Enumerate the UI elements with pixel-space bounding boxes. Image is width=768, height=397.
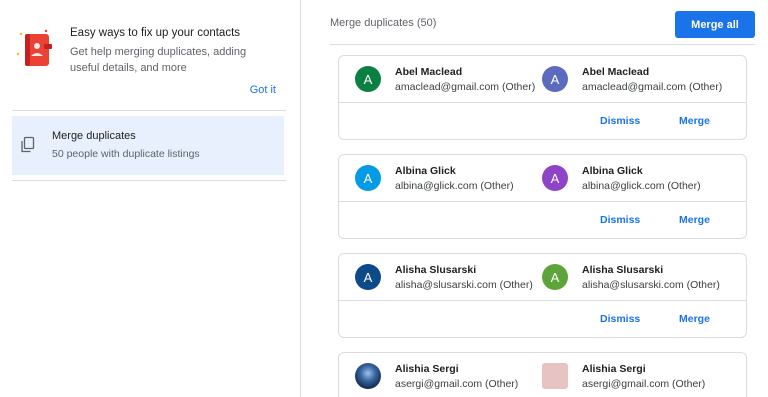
contact-name: Abel Maclead <box>395 66 463 78</box>
avatar: A <box>542 66 568 92</box>
left-panel: Easy ways to fix up your contacts Get he… <box>0 0 300 397</box>
contact-pair: Alishia Sergi asergi@gmail.com (Other) A… <box>339 353 746 397</box>
merge-button[interactable]: Merge <box>679 214 710 226</box>
contact-email: alisha@slusarski.com (Other) <box>582 279 720 291</box>
avatar: A <box>355 165 381 191</box>
card-actions: Dismiss Merge <box>339 300 746 337</box>
contact-pair: A Abel Maclead amaclead@gmail.com (Other… <box>339 56 746 102</box>
divider <box>12 110 286 111</box>
contact-name: Alishia Sergi <box>395 363 459 375</box>
merge-button[interactable]: Merge <box>679 115 710 127</box>
contact-email: albina@glick.com (Other) <box>582 180 701 192</box>
header-divider <box>330 44 755 45</box>
merge-all-button[interactable]: Merge all <box>675 11 755 38</box>
copy-icon <box>20 136 36 154</box>
contact-email: asergi@gmail.com (Other) <box>582 378 706 390</box>
contact-pair: A Albina Glick albina@glick.com (Other) … <box>339 155 746 201</box>
sidebar-item-label: Merge duplicates <box>52 130 136 142</box>
got-it-button[interactable]: Got it <box>250 84 276 96</box>
avatar-photo <box>355 363 381 389</box>
contact-pair: A Alisha Slusarski alisha@slusarski.com … <box>339 254 746 300</box>
contact-email: asergi@gmail.com (Other) <box>395 378 519 390</box>
panel-divider <box>300 0 301 397</box>
duplicate-card: A Alisha Slusarski alisha@slusarski.com … <box>338 253 747 338</box>
contact-email: amaclead@gmail.com (Other) <box>582 81 723 93</box>
duplicate-card: A Abel Maclead amaclead@gmail.com (Other… <box>338 55 747 140</box>
avatar-photo <box>542 363 568 389</box>
contact-name: Albina Glick <box>582 165 643 177</box>
page-title: Merge duplicates (50) <box>330 17 437 29</box>
avatar: A <box>355 66 381 92</box>
card-actions: Dismiss Merge <box>339 201 746 238</box>
sidebar-item-merge-duplicates[interactable]: Merge duplicates 50 people with duplicat… <box>12 116 284 175</box>
duplicate-card: A Albina Glick albina@glick.com (Other) … <box>338 154 747 239</box>
dismiss-button[interactable]: Dismiss <box>600 313 640 325</box>
dismiss-button[interactable]: Dismiss <box>600 115 640 127</box>
merge-button[interactable]: Merge <box>679 313 710 325</box>
promo-card: Easy ways to fix up your contacts Get he… <box>12 14 284 110</box>
avatar: A <box>542 165 568 191</box>
avatar: A <box>542 264 568 290</box>
duplicate-card: Alishia Sergi asergi@gmail.com (Other) A… <box>338 352 747 397</box>
sidebar-item-subtitle: 50 people with duplicate listings <box>52 148 200 160</box>
promo-title: Easy ways to fix up your contacts <box>70 27 241 39</box>
contact-email: albina@glick.com (Other) <box>395 180 514 192</box>
contact-name: Alishia Sergi <box>582 363 646 375</box>
avatar: A <box>355 264 381 290</box>
promo-body: Get help merging duplicates, adding usef… <box>70 46 247 74</box>
address-book-icon <box>16 28 52 72</box>
contact-name: Albina Glick <box>395 165 456 177</box>
contact-name: Alisha Slusarski <box>582 264 664 276</box>
contact-email: alisha@slusarski.com (Other) <box>395 279 533 291</box>
dismiss-button[interactable]: Dismiss <box>600 214 640 226</box>
divider <box>12 180 286 181</box>
contact-name: Alisha Slusarski <box>395 264 477 276</box>
card-actions: Dismiss Merge <box>339 102 746 139</box>
contact-email: amaclead@gmail.com (Other) <box>395 81 536 93</box>
contact-name: Abel Maclead <box>582 66 650 78</box>
